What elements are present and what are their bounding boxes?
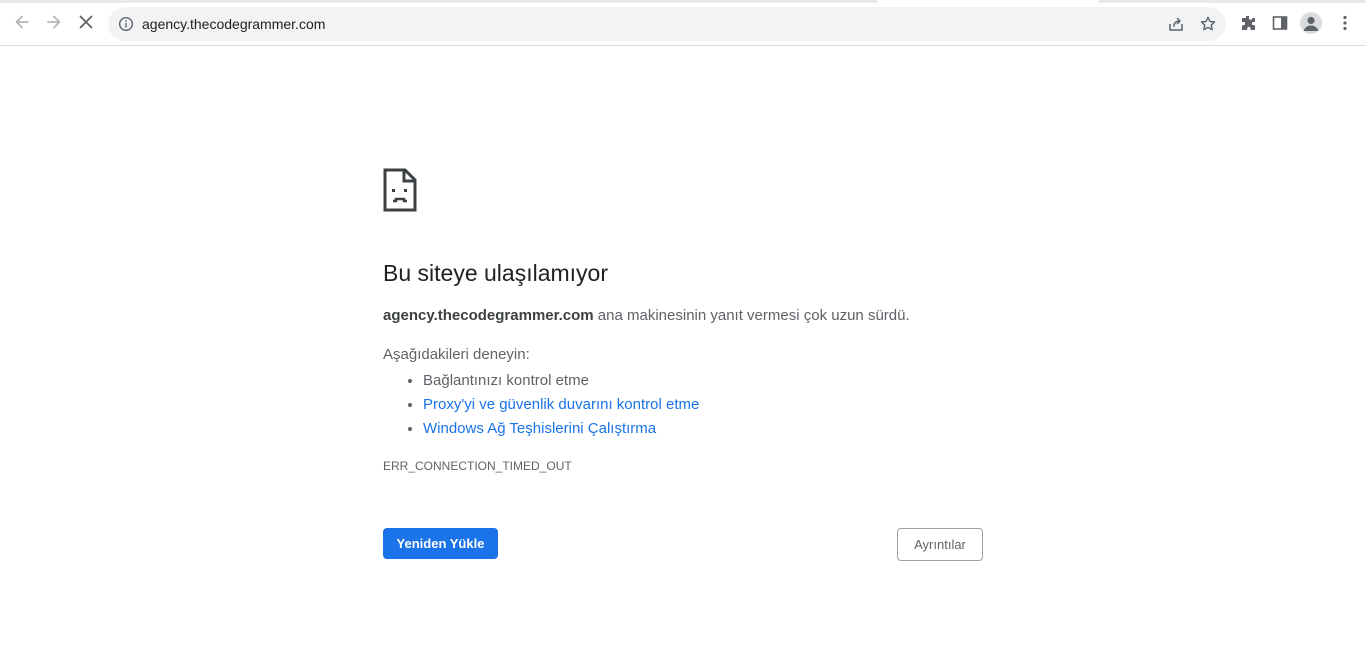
- forward-button[interactable]: [40, 8, 68, 36]
- arrow-right-icon: [47, 15, 61, 29]
- info-icon[interactable]: [118, 16, 134, 32]
- address-bar[interactable]: agency.thecodegrammer.com: [108, 7, 1226, 41]
- side-panel-icon[interactable]: [1270, 13, 1290, 33]
- puzzle-icon[interactable]: [1238, 13, 1258, 33]
- tab-strip-edge: [0, 0, 878, 3]
- arrow-left-icon: [15, 15, 29, 29]
- close-icon: [79, 15, 93, 29]
- suggestion-network-diagnostics-link[interactable]: Windows Ağ Teşhislerini Çalıştırma: [423, 420, 656, 437]
- kebab-menu-icon[interactable]: [1335, 13, 1355, 33]
- error-host: agency.thecodegrammer.com: [383, 307, 594, 324]
- stop-loading-button[interactable]: [72, 8, 100, 36]
- reload-button[interactable]: Yeniden Yükle: [383, 528, 498, 559]
- star-icon[interactable]: [1199, 15, 1217, 33]
- profile-silhouette: [1303, 16, 1319, 31]
- error-summary-text: ana makinesinin yanıt vermesi çok uzun s…: [593, 307, 910, 324]
- url-text[interactable]: agency.thecodegrammer.com: [142, 16, 325, 32]
- share-icon[interactable]: [1167, 15, 1185, 33]
- browser-toolbar: agency.thecodegrammer.com: [0, 0, 1366, 46]
- back-button[interactable]: [8, 8, 36, 36]
- list-item: Bağlantınızı kontrol etme: [423, 369, 699, 393]
- page-title: Bu siteye ulaşılamıyor: [383, 260, 608, 286]
- avatar-icon[interactable]: [1300, 12, 1322, 34]
- list-item: Proxy'yi ve güvenlik duvarını kontrol et…: [423, 393, 699, 417]
- error-code: ERR_CONNECTION_TIMED_OUT: [383, 459, 572, 473]
- suggestion-check-connection: Bağlantınızı kontrol etme: [423, 372, 589, 389]
- details-button[interactable]: Ayrıntılar: [897, 528, 983, 561]
- list-item: Windows Ağ Teşhislerini Çalıştırma: [423, 417, 699, 441]
- sad-page-icon: [383, 168, 417, 212]
- suggestions-list: Bağlantınızı kontrol etme Proxy'yi ve gü…: [383, 369, 699, 441]
- tab-strip-edge: [1098, 0, 1366, 3]
- suggestions-title: Aşağıdakileri deneyin:: [383, 346, 530, 363]
- error-summary: agency.thecodegrammer.com ana makinesini…: [383, 306, 910, 326]
- suggestion-check-proxy-link[interactable]: Proxy'yi ve güvenlik duvarını kontrol et…: [423, 396, 699, 413]
